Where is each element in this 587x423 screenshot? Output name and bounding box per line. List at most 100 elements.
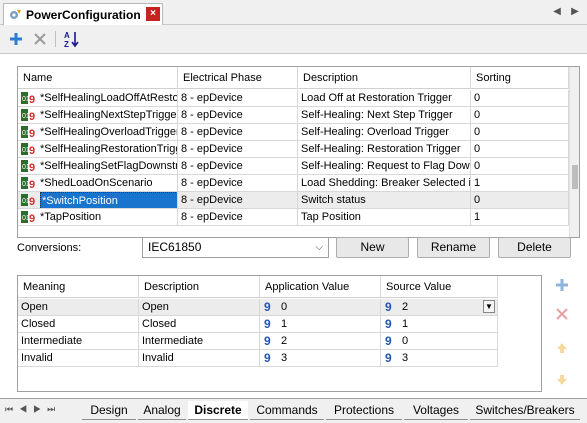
delete-row-button[interactable]	[553, 305, 571, 323]
document-tab[interactable]: PowerConfiguration ×	[3, 3, 163, 25]
svg-text:9: 9	[29, 145, 35, 155]
cell-phase[interactable]: 8 - epDevice	[178, 124, 298, 141]
cell-description[interactable]: Open	[139, 299, 260, 316]
cell-sorting[interactable]: 0	[471, 90, 569, 107]
tab-protections[interactable]: Protections	[326, 401, 402, 420]
cell-phase[interactable]: 8 - epDevice	[178, 107, 298, 124]
cell-description[interactable]: Self-Healing: Overload Trigger	[298, 124, 471, 141]
scrollbar-thumb[interactable]	[572, 165, 578, 189]
cell-src[interactable]: 93	[381, 350, 498, 367]
cell-sorting[interactable]: 0	[471, 192, 569, 209]
tab-scroll-left-icon[interactable]: ◀	[550, 5, 564, 19]
cell-meaning[interactable]: Closed	[18, 316, 139, 333]
tab-switches-breakers[interactable]: Switches/Breakers	[470, 401, 580, 420]
cell-description[interactable]: Tap Position	[298, 209, 471, 226]
column-header-phase[interactable]: Electrical Phase	[178, 67, 298, 89]
column-header-name[interactable]: Name	[18, 67, 178, 89]
value-text: 2	[402, 301, 409, 313]
cell-meaning[interactable]: Intermediate	[18, 333, 139, 350]
cell-name[interactable]: 01 9 *ShedLoadOnScenario	[18, 175, 178, 192]
cell-description[interactable]: Self-Healing: Next Step Trigger	[298, 107, 471, 124]
new-button[interactable]: New	[336, 237, 409, 258]
bottom-tab-bar: ⏮◀▶⏭ Design Analog Discrete Commands Protect…	[0, 398, 587, 423]
cell-phase[interactable]: 8 - epDevice	[178, 209, 298, 226]
cell-sorting[interactable]: 0	[471, 124, 569, 141]
cell-meaning[interactable]: Open	[18, 299, 139, 316]
cell-description[interactable]: Invalid	[139, 350, 260, 367]
cell-name[interactable]: 01 9 *SelfHealingLoadOffAtRestora	[18, 90, 178, 107]
numeric-type-icon: 9	[385, 317, 392, 331]
cell-description[interactable]: Load Off at Restoration Trigger	[298, 90, 471, 107]
tab-design[interactable]: Design	[82, 401, 136, 420]
cell-phase[interactable]: 8 - epDevice	[178, 175, 298, 192]
close-icon[interactable]: ×	[146, 7, 160, 21]
add-button[interactable]	[6, 29, 26, 49]
cell-name[interactable]: 01 9 *SelfHealingNextStepTrigger	[18, 107, 178, 124]
cell-description[interactable]: Self-Healing: Restoration Trigger	[298, 141, 471, 158]
signals-grid: Name Electrical Phase Description Sortin…	[17, 66, 580, 238]
numeric-type-icon: 9	[264, 334, 271, 348]
signal-name: *ShedLoadOnScenario	[40, 177, 153, 189]
cell-description[interactable]: Switch status	[298, 192, 471, 209]
cell-description[interactable]: Closed	[139, 316, 260, 333]
cell-meaning[interactable]: Invalid	[18, 350, 139, 367]
conversion-select[interactable]: IEC61850 ⌵	[142, 237, 329, 258]
cell-app[interactable]: 92	[260, 333, 381, 350]
cell-name[interactable]: 01 9 *SwitchPosition	[18, 192, 178, 209]
cell-app[interactable]: 93	[260, 350, 381, 367]
svg-text:9: 9	[29, 111, 35, 121]
toolbar: A Z	[0, 26, 587, 52]
svg-text:A: A	[64, 31, 70, 40]
cell-name[interactable]: 01 9 *TapPosition	[18, 209, 178, 226]
cell-description[interactable]: Load Shedding: Breaker Selected in	[298, 175, 471, 192]
cell-phase[interactable]: 8 - epDevice	[178, 158, 298, 175]
tab-analog[interactable]: Analog	[138, 401, 186, 420]
sort-az-button[interactable]: A Z	[62, 29, 82, 49]
cell-name[interactable]: 01 9 *SelfHealingRestorationTrigg	[18, 141, 178, 158]
cell-description[interactable]: Self-Healing: Request to Flag Down	[298, 158, 471, 175]
value-text: 1	[281, 318, 288, 330]
rename-button[interactable]: Rename	[417, 237, 490, 258]
arrow-down-icon	[557, 375, 567, 385]
tab-scroll-right-icon[interactable]: ▶	[568, 5, 582, 19]
tab-discrete[interactable]: Discrete	[188, 401, 248, 420]
cell-sorting[interactable]: 1	[471, 175, 569, 192]
column-header-application-value[interactable]: Application Value	[260, 276, 381, 298]
column-header-conv-description[interactable]: Description	[139, 276, 260, 298]
cell-sorting[interactable]: 0	[471, 141, 569, 158]
cell-app[interactable]: 90	[260, 299, 381, 316]
cell-name[interactable]: 01 9 *SelfHealingOverloadTrigger	[18, 124, 178, 141]
column-header-source-value[interactable]: Source Value	[381, 276, 498, 298]
cell-phase[interactable]: 8 - epDevice	[178, 192, 298, 209]
column-header-meaning[interactable]: Meaning	[18, 276, 139, 298]
numeric-type-icon: 9	[264, 317, 271, 331]
tab-commands[interactable]: Commands	[250, 401, 324, 420]
move-up-button[interactable]	[553, 339, 571, 357]
cell-sorting[interactable]: 1	[471, 209, 569, 226]
move-down-button[interactable]	[553, 371, 571, 389]
cell-phase[interactable]: 8 - epDevice	[178, 90, 298, 107]
dropdown-arrow-icon[interactable]: ▼	[483, 300, 495, 313]
cell-sorting[interactable]: 0	[471, 158, 569, 175]
tab-voltages[interactable]: Voltages	[404, 401, 468, 420]
cell-description[interactable]: Intermediate	[139, 333, 260, 350]
column-header-sorting[interactable]: Sorting	[471, 67, 569, 89]
discrete-tag-icon: 01 9	[21, 194, 35, 206]
cell-sorting[interactable]: 0	[471, 107, 569, 124]
add-row-button[interactable]	[553, 276, 571, 294]
cell-src[interactable]: 91	[381, 316, 498, 333]
delete-button[interactable]	[30, 29, 50, 49]
vertical-scrollbar[interactable]	[569, 67, 579, 237]
tab-navigation[interactable]: ⏮◀▶⏭	[5, 404, 75, 418]
x-icon	[34, 33, 46, 45]
cell-name[interactable]: 01 9 *SelfHealingSetFlagDownstre	[18, 158, 178, 175]
column-header-description[interactable]: Description	[298, 67, 471, 89]
numeric-type-icon: 9	[264, 351, 271, 365]
cell-src[interactable]: 9 2 ▼	[381, 299, 498, 316]
cell-phase[interactable]: 8 - epDevice	[178, 141, 298, 158]
svg-text:9: 9	[29, 179, 35, 189]
arrow-up-icon	[557, 343, 567, 353]
cell-src[interactable]: 90	[381, 333, 498, 350]
delete-conversion-button[interactable]: Delete	[498, 237, 571, 258]
cell-app[interactable]: 91	[260, 316, 381, 333]
